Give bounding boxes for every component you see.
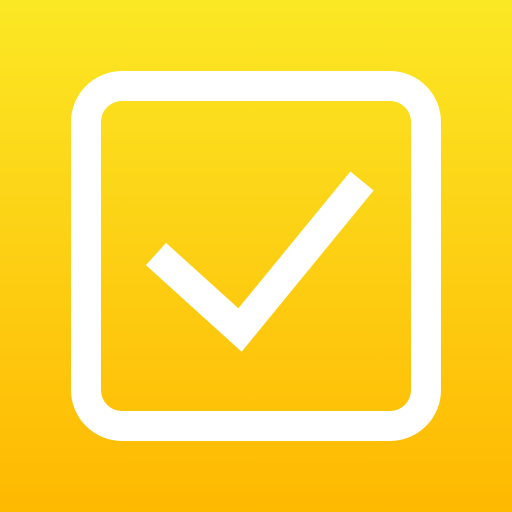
checkmark-icon — [145, 171, 374, 352]
app-icon-tile — [0, 0, 512, 512]
checkbox-frame — [71, 71, 441, 441]
checkbox-checked-icon — [71, 71, 441, 441]
